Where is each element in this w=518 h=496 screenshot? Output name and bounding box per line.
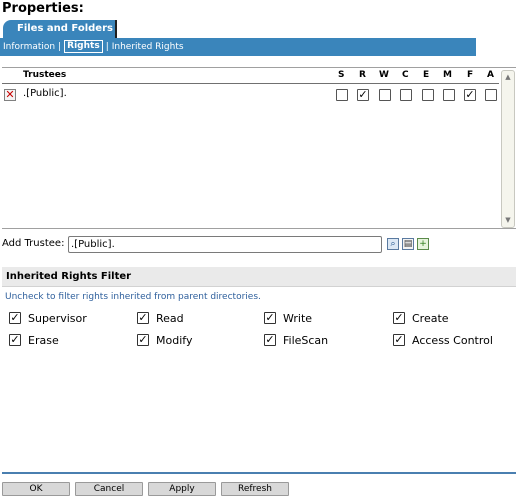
browse-tree-icon[interactable]: ▤ bbox=[402, 238, 414, 250]
checkbox-right-a[interactable] bbox=[485, 89, 497, 101]
checkbox-right-r[interactable]: ✓ bbox=[357, 89, 369, 101]
subnav-information[interactable]: Information bbox=[3, 38, 55, 56]
irf-label: Read bbox=[156, 312, 184, 325]
scroll-up-icon[interactable]: ▲ bbox=[503, 72, 513, 83]
subnav-bar: Information | Rights | Inherited Rights bbox=[0, 38, 476, 56]
irf-checkbox[interactable]: ✓ bbox=[9, 312, 21, 324]
delete-x-icon[interactable]: ✕ bbox=[4, 89, 16, 101]
irf-checkbox[interactable]: ✓ bbox=[9, 334, 21, 346]
column-r: R bbox=[359, 70, 366, 80]
irf-checkbox[interactable]: ✓ bbox=[264, 334, 276, 346]
column-m: M bbox=[443, 70, 452, 80]
irf-checkbox[interactable]: ✓ bbox=[137, 312, 149, 324]
irf-label: Supervisor bbox=[28, 312, 87, 325]
irf-checkbox[interactable]: ✓ bbox=[264, 312, 276, 324]
ok-button[interactable]: OK bbox=[2, 482, 70, 496]
subnav-rights[interactable]: Rights bbox=[64, 40, 103, 53]
irf-checkbox[interactable]: ✓ bbox=[137, 334, 149, 346]
trustees-panel: Trustees S R W C E M F A ✕ .[Public]. ✓ … bbox=[2, 67, 516, 229]
apply-button[interactable]: Apply bbox=[148, 482, 216, 496]
column-w: W bbox=[379, 70, 389, 80]
checkbox-right-w[interactable] bbox=[379, 89, 391, 101]
tab-files-and-folders[interactable]: Files and Folders bbox=[3, 20, 117, 38]
irf-label: Access Control bbox=[412, 334, 493, 347]
column-s: S bbox=[338, 70, 345, 80]
search-icon[interactable]: ⌕ bbox=[387, 238, 399, 250]
cancel-button[interactable]: Cancel bbox=[75, 482, 143, 496]
trustee-name: .[Public]. bbox=[23, 88, 67, 99]
irf-checkbox[interactable]: ✓ bbox=[393, 334, 405, 346]
irf-section-title: Inherited Rights Filter bbox=[2, 267, 516, 287]
irf-label: Write bbox=[283, 312, 313, 325]
irf-checkbox[interactable]: ✓ bbox=[393, 312, 405, 324]
subnav-separator: | bbox=[58, 42, 62, 52]
irf-hint: Uncheck to filter rights inherited from … bbox=[5, 292, 261, 302]
add-trustee-input[interactable] bbox=[68, 236, 382, 253]
checkbox-right-e[interactable] bbox=[422, 89, 434, 101]
refresh-button[interactable]: Refresh bbox=[221, 482, 289, 496]
header-divider bbox=[2, 83, 499, 84]
irf-label: Erase bbox=[28, 334, 59, 347]
add-plus-icon[interactable]: + bbox=[417, 238, 429, 250]
irf-label: FileScan bbox=[283, 334, 329, 347]
checkbox-right-f[interactable]: ✓ bbox=[464, 89, 476, 101]
checkbox-right-m[interactable] bbox=[443, 89, 455, 101]
checkbox-right-c[interactable] bbox=[400, 89, 412, 101]
column-e: E bbox=[423, 70, 430, 80]
trustees-header: Trustees bbox=[23, 70, 67, 80]
scroll-down-icon[interactable]: ▼ bbox=[503, 215, 513, 226]
irf-label: Modify bbox=[156, 334, 193, 347]
irf-label: Create bbox=[412, 312, 449, 325]
page-title: Properties: bbox=[2, 1, 84, 16]
subnav-inherited-rights[interactable]: Inherited Rights bbox=[112, 38, 184, 56]
add-trustee-label: Add Trustee: bbox=[2, 238, 65, 249]
trustees-scrollbar[interactable]: ▲ ▼ bbox=[501, 70, 515, 228]
subnav-separator: | bbox=[105, 42, 109, 52]
footer-divider bbox=[2, 472, 516, 474]
column-c: C bbox=[402, 70, 409, 80]
column-f: F bbox=[467, 70, 474, 80]
checkbox-right-s[interactable] bbox=[336, 89, 348, 101]
column-a: A bbox=[487, 70, 494, 80]
